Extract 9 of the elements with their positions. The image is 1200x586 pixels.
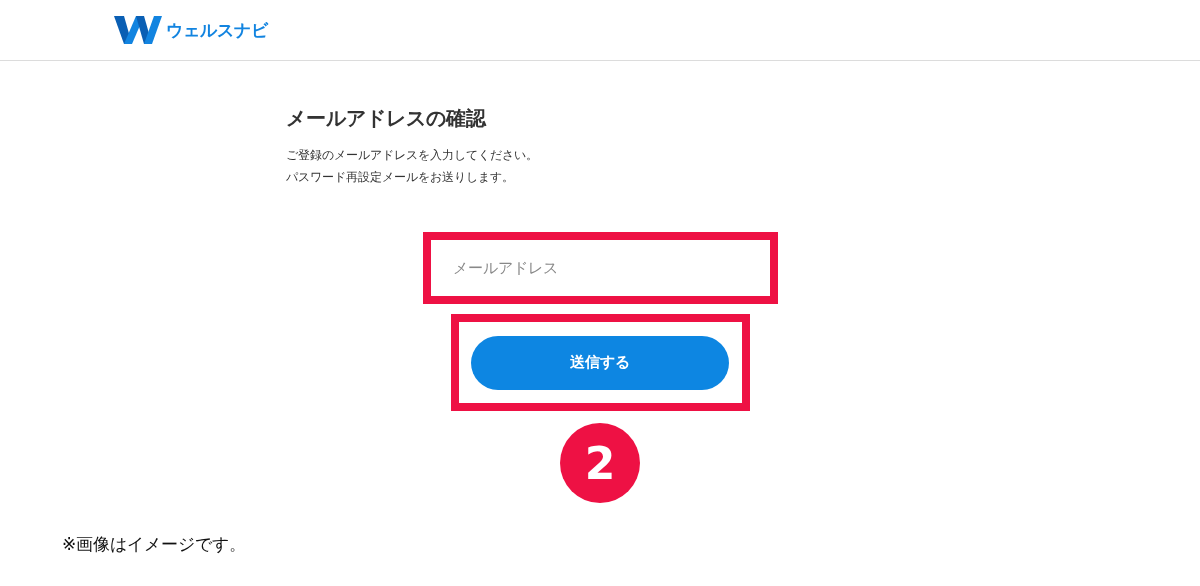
step-badge: 2 xyxy=(560,423,640,503)
submit-button[interactable]: 送信する xyxy=(471,335,729,390)
logo-icon xyxy=(114,14,162,46)
logo-text: ウェルスナビ xyxy=(166,18,268,42)
instruction-text: パスワード再設定メールをお送りします。 xyxy=(286,169,515,186)
instruction-text: ご登録のメールアドレスを入力してください。 xyxy=(286,147,539,164)
note-text: ※画像はイメージです。 xyxy=(62,533,248,556)
page-title: メールアドレスの確認 xyxy=(286,105,488,132)
email-field[interactable]: メールアドレス xyxy=(423,232,778,304)
